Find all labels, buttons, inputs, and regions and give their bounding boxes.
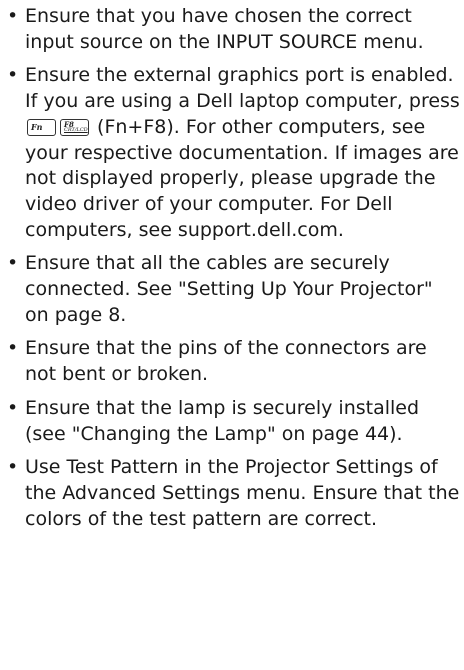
list-item-pins: • Ensure that the pins of the connectors… <box>0 336 464 387</box>
bullet-icon: • <box>7 252 19 275</box>
troubleshooting-bullet-list: • Ensure that you have chosen the correc… <box>0 4 464 532</box>
bullet-icon: • <box>7 64 19 87</box>
list-item-text: Ensure that the lamp is securely install… <box>25 396 420 445</box>
fn-key-label: Fn <box>31 121 43 132</box>
fn-key-icon: Fn <box>27 118 56 136</box>
list-item-text: Ensure that you have chosen the correct … <box>25 5 424 53</box>
f8-key-icon: F8 CRT/LCD <box>60 118 89 136</box>
list-item-text-before: Ensure the external graphics port is ena… <box>25 64 460 113</box>
bullet-icon: • <box>7 396 19 419</box>
bullet-icon: • <box>7 5 19 27</box>
troubleshooting-page: • Ensure that you have chosen the correc… <box>0 0 464 670</box>
list-item-lamp: • Ensure that the lamp is securely insta… <box>0 396 464 447</box>
bullet-icon: • <box>7 456 19 479</box>
f8-key-sublabel: CRT/LCD <box>64 126 88 133</box>
list-item-text-after: (Fn+F8). For other computers, see your r… <box>25 115 459 241</box>
list-item-input-source: • Ensure that you have chosen the correc… <box>0 4 464 55</box>
list-item-test-pattern: • Use Test Pattern in the Projector Sett… <box>0 455 464 532</box>
list-item-text: Ensure that all the cables are securely … <box>25 252 433 326</box>
bullet-icon: • <box>7 337 19 360</box>
list-item-text: Use Test Pattern in the Projector Settin… <box>25 456 460 530</box>
list-item-graphics-port: • Ensure the external graphics port is e… <box>0 63 464 243</box>
list-item-cables: • Ensure that all the cables are securel… <box>0 251 464 328</box>
list-item-text: Ensure that the pins of the connectors a… <box>25 337 427 386</box>
